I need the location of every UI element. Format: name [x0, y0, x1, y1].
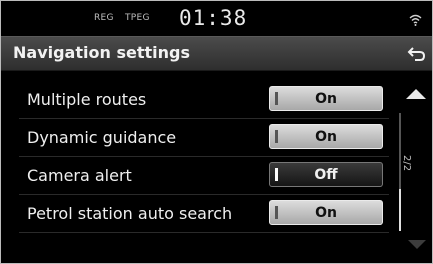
scroll-up-icon[interactable] [406, 89, 426, 99]
toggle-value: On [315, 205, 337, 221]
setting-label: Camera alert [27, 166, 132, 185]
navigation-settings-screen: REG TPEG 01:38 Navigation settings Multi… [0, 0, 433, 264]
multiple-routes-toggle[interactable]: On [269, 86, 383, 111]
page-indicator: 2/2 [401, 155, 412, 172]
setting-row-dynamic-guidance[interactable]: Dynamic guidance On [19, 119, 389, 157]
toggle-value: Off [314, 167, 338, 183]
toggle-value: On [315, 91, 337, 107]
title-bar: Navigation settings [1, 36, 432, 71]
reg-indicator: REG [94, 13, 114, 23]
setting-label: Petrol station auto search [27, 204, 233, 223]
petrol-station-auto-search-toggle[interactable]: On [269, 200, 383, 225]
setting-row-multiple-routes[interactable]: Multiple routes On [19, 81, 389, 119]
scrollbar[interactable]: 2/2 [399, 79, 432, 263]
back-arrow-icon [407, 46, 426, 61]
status-bar: REG TPEG 01:38 [1, 1, 432, 35]
scroll-thumb[interactable] [399, 189, 401, 231]
setting-label: Multiple routes [27, 90, 147, 109]
setting-row-petrol-station-auto-search[interactable]: Petrol station auto search On [19, 195, 389, 233]
toggle-value: On [315, 129, 337, 145]
clock: 01:38 [179, 6, 248, 30]
dynamic-guidance-toggle[interactable]: On [269, 124, 383, 149]
camera-alert-toggle[interactable]: Off [269, 162, 383, 187]
tpeg-indicator: TPEG [125, 13, 150, 23]
setting-label: Dynamic guidance [27, 128, 177, 147]
back-button[interactable] [400, 37, 432, 70]
page-title: Navigation settings [13, 43, 190, 62]
setting-row-camera-alert[interactable]: Camera alert Off [19, 157, 389, 195]
scroll-down-icon[interactable] [408, 240, 426, 249]
wifi-icon [409, 11, 422, 30]
